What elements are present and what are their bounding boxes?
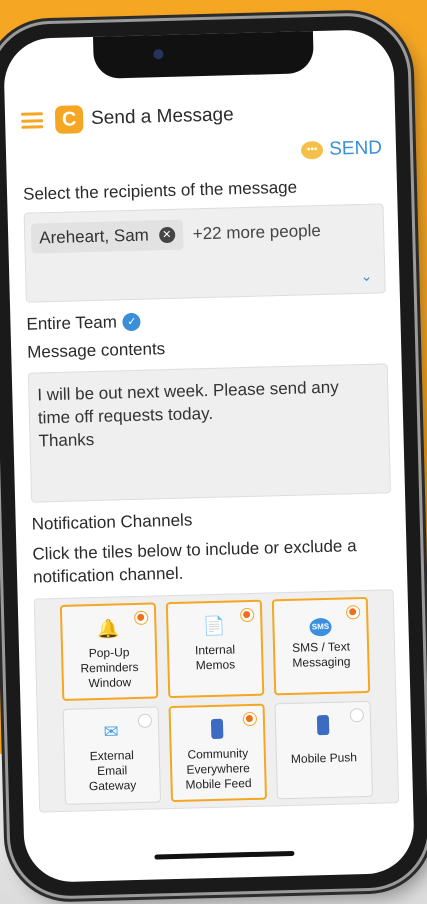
chat-bubble-icon: ••• (301, 140, 324, 160)
send-label: SEND (328, 137, 383, 160)
channels-title: Notification Channels (31, 510, 193, 534)
tile-popup-reminders[interactable]: 🔔 Pop-Up Reminders Window (59, 602, 159, 701)
recipient-chip-label: Areheart, Sam (38, 225, 150, 248)
tile-label: Pop-Up Reminders Window (80, 645, 139, 691)
channel-tiles: 🔔 Pop-Up Reminders Window 📄 Internal Mem… (33, 589, 400, 813)
recipients-field[interactable]: Areheart, Sam ✕ +22 more people ⌄ (23, 203, 386, 303)
chevron-down-icon[interactable]: ⌄ (360, 268, 372, 285)
recipient-chip[interactable]: Areheart, Sam ✕ (30, 219, 184, 254)
tile-label: External Email Gateway (88, 748, 137, 794)
tile-label: Internal Memos (194, 642, 236, 673)
remove-recipient-icon[interactable]: ✕ (158, 226, 176, 244)
app-header: C Send a Message (20, 93, 382, 138)
tile-external-email[interactable]: ✉ External Email Gateway (62, 706, 162, 805)
hamburger-menu-icon[interactable] (20, 112, 44, 129)
tile-internal-memos[interactable]: 📄 Internal Memos (165, 599, 265, 699)
tile-label: SMS / Text Messaging (291, 639, 351, 670)
app-content: C Send a Message ••• SEND Select the rec… (20, 93, 400, 813)
send-button[interactable]: ••• SEND (22, 133, 383, 172)
tile-label: Community Everywhere Mobile Feed (185, 746, 252, 792)
recipients-label: Select the recipients of the message (22, 177, 298, 204)
channels-help: Click the tiles below to include or excl… (32, 536, 357, 587)
app-logo-icon: C (54, 105, 84, 134)
phone-screen: C Send a Message ••• SEND Select the rec… (3, 29, 415, 883)
entire-team-row[interactable]: Entire Team ✓ (26, 305, 386, 334)
camera-icon (153, 49, 164, 60)
tile-sms-text[interactable]: SMS SMS / Text Messaging (271, 596, 371, 696)
phone-frame: C Send a Message ••• SEND Select the rec… (0, 14, 427, 898)
tile-mobile-push[interactable]: Mobile Push (274, 700, 373, 800)
message-label: Message contents (26, 339, 166, 362)
home-indicator[interactable] (154, 850, 295, 860)
message-textarea[interactable]: I will be out next week. Please send any… (27, 363, 392, 503)
check-circle-icon: ✓ (122, 312, 142, 332)
tile-label: Mobile Push (290, 750, 358, 766)
recipients-row: Areheart, Sam ✕ +22 more people (25, 204, 384, 263)
phone-notch (92, 29, 315, 79)
tile-community-feed[interactable]: Community Everywhere Mobile Feed (168, 703, 268, 803)
more-recipients-label[interactable]: +22 more people (193, 221, 322, 244)
entire-team-label: Entire Team (26, 312, 118, 334)
page-title: Send a Message (90, 104, 234, 129)
